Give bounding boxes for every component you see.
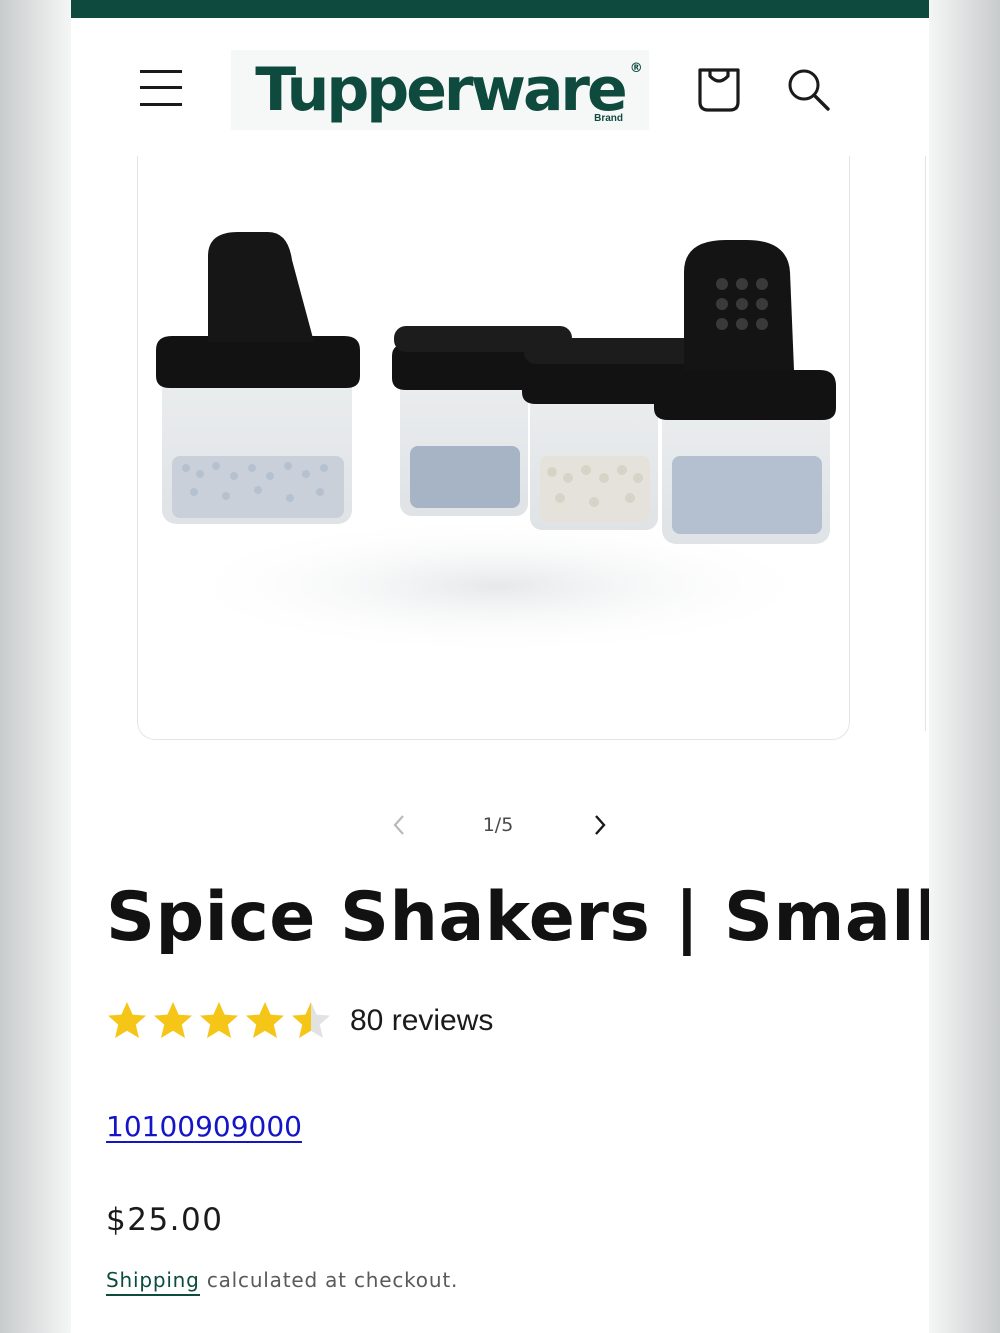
shaker-container	[654, 240, 836, 544]
slide-counter: 1/5	[482, 814, 514, 836]
product-rating[interactable]: 80 reviews	[106, 998, 493, 1044]
star-icon	[292, 1002, 330, 1038]
product-sku-link[interactable]: 10100909000	[106, 1110, 302, 1143]
announcement-bar	[71, 0, 929, 18]
logo-wordmark: Tupperware ®	[255, 55, 643, 125]
product-page: Tupperware ® Brand 1/5 Spice Shakers | S…	[71, 0, 929, 1333]
product-photo-spice-shakers	[156, 232, 836, 656]
shipping-link[interactable]: Shipping	[106, 1268, 200, 1296]
product-image-frame[interactable]	[137, 156, 850, 740]
shipping-note: Shipping calculated at checkout.	[106, 1268, 459, 1296]
reviews-link[interactable]: 80 reviews	[350, 1004, 493, 1038]
shaker-container	[156, 232, 360, 524]
star-icon	[154, 1002, 192, 1038]
next-slide-peek	[925, 156, 929, 731]
chevron-right-icon[interactable]	[587, 812, 613, 838]
product-price: $25.00	[106, 1202, 224, 1238]
tupperware-logo[interactable]: Tupperware ® Brand	[231, 50, 649, 130]
shipping-note-text: calculated at checkout.	[199, 1268, 459, 1292]
star-icon	[200, 1002, 238, 1038]
product-title: Spice Shakers | Small	[106, 878, 929, 957]
hamburger-menu-icon[interactable]	[137, 66, 183, 110]
shopping-bag-icon[interactable]	[691, 62, 747, 118]
slide-pager: 1/5	[377, 808, 617, 842]
logo-subtext: Brand	[594, 113, 623, 124]
chevron-left-icon[interactable]	[387, 812, 413, 838]
search-icon[interactable]	[781, 62, 837, 118]
star-icon	[246, 1002, 284, 1038]
star-rating	[106, 1000, 332, 1042]
star-icon	[108, 1002, 146, 1038]
